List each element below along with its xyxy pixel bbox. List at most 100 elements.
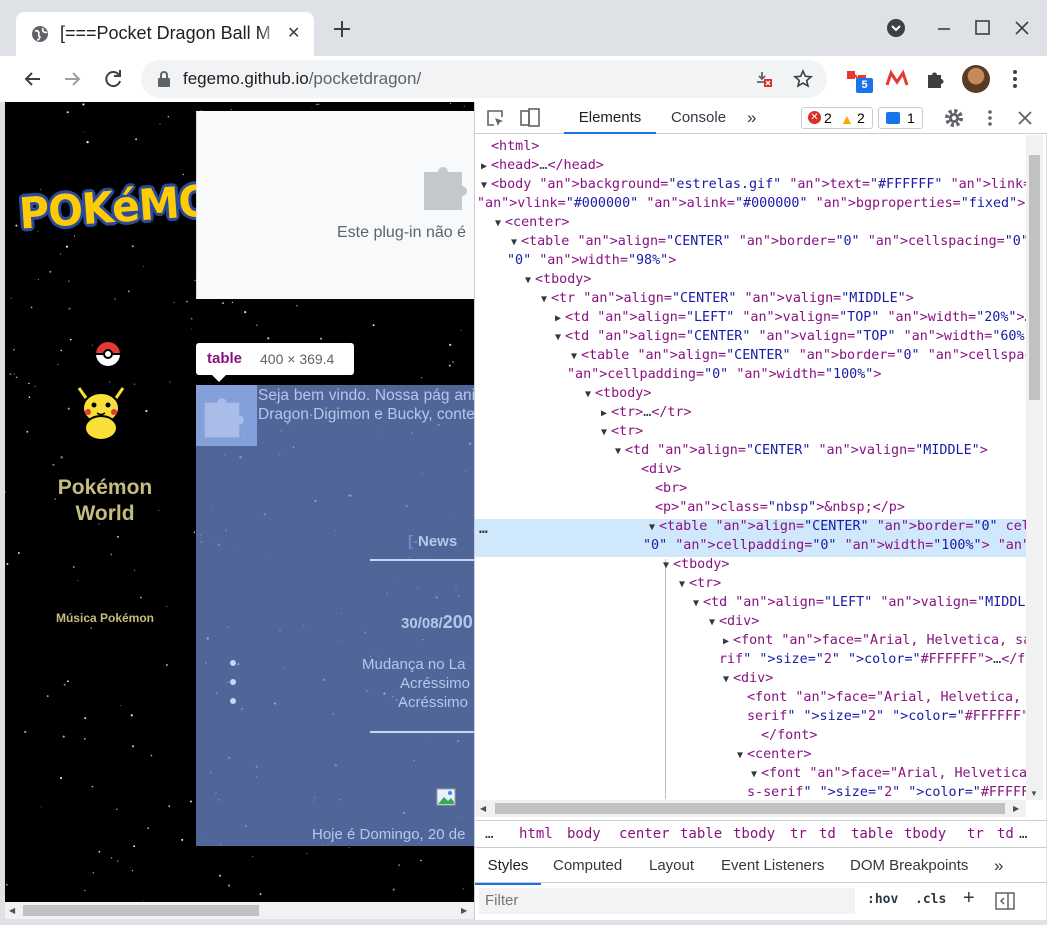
lock-icon[interactable] <box>156 70 172 88</box>
breadcrumb-item[interactable]: … <box>1019 821 1027 847</box>
collapse-arrow-icon[interactable]: ▼ <box>551 328 565 347</box>
styles-filter-input[interactable] <box>479 888 855 914</box>
page-horizontal-scrollbar[interactable]: ◀ ▶ <box>5 902 474 919</box>
dom-node-line[interactable]: ▼ <tr> <box>597 422 643 441</box>
close-tab-icon[interactable]: ✕ <box>287 23 300 43</box>
close-devtools-icon[interactable] <box>1015 108 1035 128</box>
tab-dom-breakpoints[interactable]: DOM Breakpoints <box>850 849 968 883</box>
tab-elements[interactable]: Elements <box>564 102 656 134</box>
collapse-arrow-icon[interactable]: ▼ <box>537 290 551 309</box>
expand-arrow-icon[interactable]: ▶ <box>551 309 565 328</box>
tab-computed[interactable]: Computed <box>553 849 622 883</box>
breadcrumb-item[interactable]: tbody <box>733 821 775 847</box>
dom-node-line[interactable]: <div> <box>641 460 681 479</box>
collapse-arrow-icon[interactable]: ▼ <box>507 233 521 252</box>
collapse-arrow-icon[interactable]: ▼ <box>611 442 625 461</box>
dom-node-line[interactable]: "0" "an">width="98%"> <box>507 251 676 270</box>
settings-gear-icon[interactable] <box>943 107 965 129</box>
maximize-icon[interactable] <box>968 14 996 42</box>
breadcrumb-item[interactable]: table <box>680 821 722 847</box>
breadcrumb-item[interactable]: tr <box>790 821 807 847</box>
collapse-arrow-icon[interactable]: ▼ <box>747 765 761 784</box>
dom-node-line[interactable]: <html> <box>491 137 539 156</box>
expand-arrow-icon[interactable]: ▶ <box>477 157 491 176</box>
blocked-download-icon[interactable] <box>755 70 773 88</box>
breadcrumb-item[interactable]: td <box>997 821 1014 847</box>
scroll-right-arrow-icon[interactable]: ▶ <box>1013 804 1019 813</box>
news-label[interactable]: News <box>418 533 457 550</box>
collapse-arrow-icon[interactable]: ▼ <box>477 176 491 195</box>
dom-node-line[interactable]: ▶ <tr>…</tr> <box>597 403 692 422</box>
address-bar[interactable]: fegemo.github.io/pocketdragon/ <box>141 60 827 98</box>
expand-arrow-icon[interactable]: ▶ <box>597 404 611 423</box>
dom-node-line[interactable]: ▼ <td "an">align="LEFT" "an">valign="MIDD… <box>689 593 1026 612</box>
tab-styles[interactable]: Styles <box>475 849 541 885</box>
dom-node-line[interactable]: ▼ <div> <box>705 612 759 631</box>
breadcrumb-item[interactable]: … <box>485 821 493 847</box>
class-toggle[interactable]: .cls <box>915 892 946 907</box>
breadcrumb-item[interactable]: table <box>851 821 893 847</box>
tab-layout[interactable]: Layout <box>649 849 694 883</box>
dom-node-line[interactable]: ▶ <head>…</head> <box>477 156 604 175</box>
profile-avatar[interactable] <box>962 65 990 93</box>
extensions-puzzle-icon[interactable] <box>922 65 950 93</box>
new-style-rule-icon[interactable]: + <box>963 887 975 910</box>
dom-node-line[interactable]: ▼ <tbody> <box>659 555 729 574</box>
dom-node-line[interactable]: ▼ <table "an">align="CENTER" "an">border=… <box>567 346 1026 365</box>
device-toolbar-icon[interactable] <box>519 107 541 129</box>
dom-node-line[interactable]: ▼ <body "an">background="estrelas.gif" "a… <box>477 175 1026 194</box>
scroll-left-arrow-icon[interactable]: ◀ <box>480 804 486 813</box>
collapse-arrow-icon[interactable]: ▼ <box>719 670 733 689</box>
dom-node-line[interactable]: ▼ <tbody> <box>521 270 591 289</box>
devtools-menu-icon[interactable] <box>980 108 1000 128</box>
dom-node-line[interactable]: ▼ <div> <box>719 669 773 688</box>
dom-horizontal-scrollbar[interactable]: ◀ ▶ <box>475 800 1026 817</box>
dom-node-line[interactable]: ▼ <tr> <box>675 574 721 593</box>
dom-tree[interactable]: ⋯ <html> ▶ <head>…</head> ▼ <body "an">backg… <box>475 135 1026 800</box>
dom-node-line[interactable]: rif" ">size="2" ">color="#FFFFFF">…</fo <box>719 650 1026 669</box>
bookmark-star-icon[interactable] <box>793 69 813 89</box>
breadcrumb-item[interactable]: html <box>519 821 553 847</box>
dom-node-line[interactable]: ▼ <center> <box>491 213 570 232</box>
collapse-arrow-icon[interactable]: ▼ <box>705 613 719 632</box>
collapse-arrow-icon[interactable]: ▼ <box>659 556 673 575</box>
scroll-left-arrow-icon[interactable]: ◀ <box>9 906 15 915</box>
dom-node-line[interactable]: ▼ <td "an">align="CENTER" "an">valign="MI… <box>611 441 988 460</box>
dom-node-line[interactable]: ▼ <table "an">align="CENTER" "an">border=… <box>645 517 1026 536</box>
dom-node-line[interactable]: s-serif" ">size="2" ">color="#FFFFFF <box>747 783 1026 800</box>
issues-counter[interactable]: ✕ 2 ▲ 2 <box>801 107 873 129</box>
music-link[interactable]: Música Pokémon <box>5 611 205 625</box>
collapse-arrow-icon[interactable]: ▼ <box>491 214 505 233</box>
toggle-sidebar-icon[interactable] <box>995 892 1015 910</box>
dom-node-line[interactable]: ▼ <tbody> <box>581 384 651 403</box>
dom-node-line[interactable]: ▼ <table "an">align="CENTER" "an">border=… <box>507 232 1026 251</box>
dom-node-line[interactable]: ▶ <td "an">align="LEFT" "an">valign="TOP"… <box>551 308 1026 327</box>
collapse-arrow-icon[interactable]: ▼ <box>597 423 611 442</box>
dom-node-line[interactable]: <font "an">face="Arial, Helvetica, sa <box>747 688 1026 707</box>
minimize-icon[interactable] <box>930 14 958 42</box>
url-text[interactable]: fegemo.github.io/pocketdragon/ <box>183 69 421 89</box>
more-menu-icon[interactable] <box>1001 65 1029 93</box>
more-tabs-button[interactable]: » <box>747 102 756 134</box>
dom-node-line[interactable]: <br> <box>655 479 687 498</box>
extension-m-icon[interactable] <box>883 65 911 93</box>
breadcrumb-item[interactable]: tbody <box>904 821 946 847</box>
dom-node-line[interactable]: serif" ">size="2" ">color="#FFFFFF"> <box>747 707 1026 726</box>
dom-node-line[interactable]: "an">vlink="#000000" "an">alink="#000000… <box>477 194 1025 213</box>
collapse-arrow-icon[interactable]: ▼ <box>521 271 535 290</box>
browser-tab[interactable]: [===Pocket Dragon Ball M ✕ <box>16 12 314 56</box>
forward-icon[interactable] <box>58 65 86 93</box>
dom-hscroll-thumb[interactable] <box>495 803 1005 814</box>
breadcrumb-item[interactable]: tr <box>967 821 984 847</box>
collapse-arrow-icon[interactable]: ▼ <box>645 518 659 537</box>
hover-state-toggle[interactable]: :hov <box>867 892 898 907</box>
dom-node-line[interactable]: <p>"an">class="nbsp">&nbsp;</p> <box>655 498 905 517</box>
dom-node-line[interactable]: ▶ <font "an">face="Arial, Helvetica, sans <box>719 631 1026 650</box>
dom-vertical-scrollbar[interactable]: ▼ <box>1026 135 1043 800</box>
expand-arrow-icon[interactable]: ▶ <box>719 632 733 651</box>
dom-scroll-thumb[interactable] <box>1029 155 1040 400</box>
back-icon[interactable] <box>19 65 47 93</box>
new-tab-icon[interactable] <box>330 17 354 41</box>
node-actions-icon[interactable]: ⋯ <box>479 524 487 540</box>
close-window-icon[interactable] <box>1008 14 1036 42</box>
